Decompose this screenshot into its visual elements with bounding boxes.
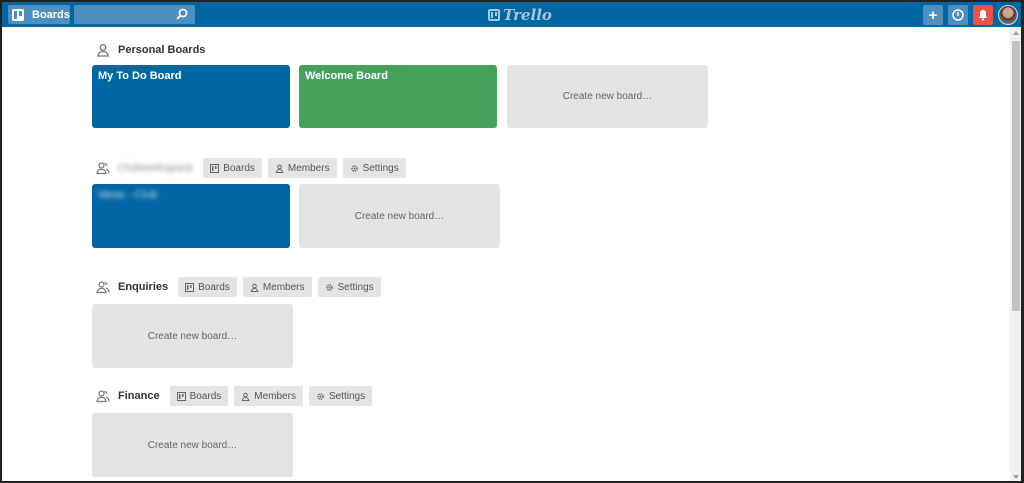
section-title: Clubworkspace: [118, 162, 194, 174]
create-new-board-tile[interactable]: Create new board…: [507, 65, 708, 128]
tab-label: Boards: [223, 162, 255, 174]
tab-boards[interactable]: Boards: [169, 386, 229, 406]
team-header: Enquiries Boards Members Settings: [96, 277, 387, 297]
tab-members[interactable]: Members: [242, 277, 312, 297]
tab-label: Settings: [337, 281, 374, 293]
trello-logo[interactable]: Trello: [488, 6, 552, 24]
create-new-board-tile[interactable]: Create new board…: [92, 413, 293, 477]
boards-button[interactable]: Boards: [8, 5, 70, 24]
person-icon: [275, 164, 284, 173]
tab-members[interactable]: Members: [267, 158, 337, 178]
create-new-board-tile[interactable]: Create new board…: [299, 184, 500, 248]
boards-icon: [210, 163, 220, 173]
create-board-label: Create new board…: [147, 330, 238, 342]
bell-icon: [978, 10, 988, 21]
gear-icon: [317, 392, 324, 400]
tab-settings[interactable]: Settings: [342, 158, 406, 178]
board-tile[interactable]: Ideas - Club: [92, 184, 290, 248]
boards-button-label: Boards: [32, 8, 70, 21]
board-tile[interactable]: My To Do Board: [92, 65, 290, 128]
tab-label: Members: [254, 390, 296, 402]
tab-label: Members: [262, 281, 305, 293]
logo-text: Trello: [503, 6, 552, 24]
tab-label: Settings: [328, 390, 366, 402]
board-tile[interactable]: Welcome Board: [299, 65, 497, 128]
create-board-label: Create new board…: [354, 210, 445, 222]
team-icon: [96, 162, 110, 175]
tab-label: Boards: [189, 390, 222, 402]
tab-boards[interactable]: Boards: [178, 277, 237, 297]
trello-logo-icon: [488, 9, 500, 21]
tab-label: Members: [287, 162, 330, 174]
avatar[interactable]: [998, 5, 1018, 25]
board-name: Ideas - Club: [98, 189, 158, 201]
notifications-button[interactable]: [973, 5, 993, 25]
search-input[interactable]: [74, 5, 174, 25]
scroll-down-icon[interactable]: [1013, 475, 1019, 479]
board-name: Welcome Board: [305, 70, 388, 82]
create-board-label: Create new board…: [562, 91, 653, 102]
team-header: Finance Boards Members Settings: [96, 386, 378, 406]
scroll-up-icon[interactable]: [1013, 31, 1019, 35]
boards-icon: [185, 282, 195, 292]
gear-icon: [350, 164, 358, 172]
search-icon[interactable]: [176, 8, 188, 20]
person-icon: [241, 392, 250, 401]
info-button[interactable]: [948, 5, 968, 25]
person-icon: [97, 44, 109, 57]
personal-boards-header: Personal Boards: [96, 40, 215, 60]
app-window: Boards Trello + Personal Boards My To Do…: [0, 0, 1024, 483]
top-bar: Boards Trello +: [2, 2, 1021, 27]
team-header: Clubworkspace Boards Members Settings: [96, 158, 412, 178]
boards-icon: [12, 8, 24, 21]
tab-label: Settings: [362, 162, 399, 174]
plus-icon: +: [928, 6, 938, 24]
team-icon: [96, 390, 110, 403]
boards-icon: [176, 391, 186, 401]
section-title: Finance: [118, 390, 160, 402]
team-icon: [96, 281, 110, 294]
section-title: Enquiries: [118, 281, 169, 293]
tab-settings[interactable]: Settings: [308, 386, 373, 406]
person-icon: [250, 283, 259, 292]
scrollbar[interactable]: [1010, 27, 1021, 481]
board-name: My To Do Board: [98, 70, 182, 82]
tab-boards[interactable]: Boards: [203, 158, 262, 178]
search-box: [74, 5, 195, 25]
tab-label: Boards: [198, 281, 230, 293]
section-title: Personal Boards: [118, 44, 206, 56]
gear-icon: [325, 283, 333, 291]
tab-settings[interactable]: Settings: [317, 277, 381, 297]
scrollbar-thumb[interactable]: [1012, 41, 1020, 311]
info-icon: [952, 9, 964, 21]
tab-members[interactable]: Members: [234, 386, 303, 406]
create-board-label: Create new board…: [147, 439, 238, 451]
add-button[interactable]: +: [923, 5, 943, 25]
create-new-board-tile[interactable]: Create new board…: [92, 304, 293, 368]
